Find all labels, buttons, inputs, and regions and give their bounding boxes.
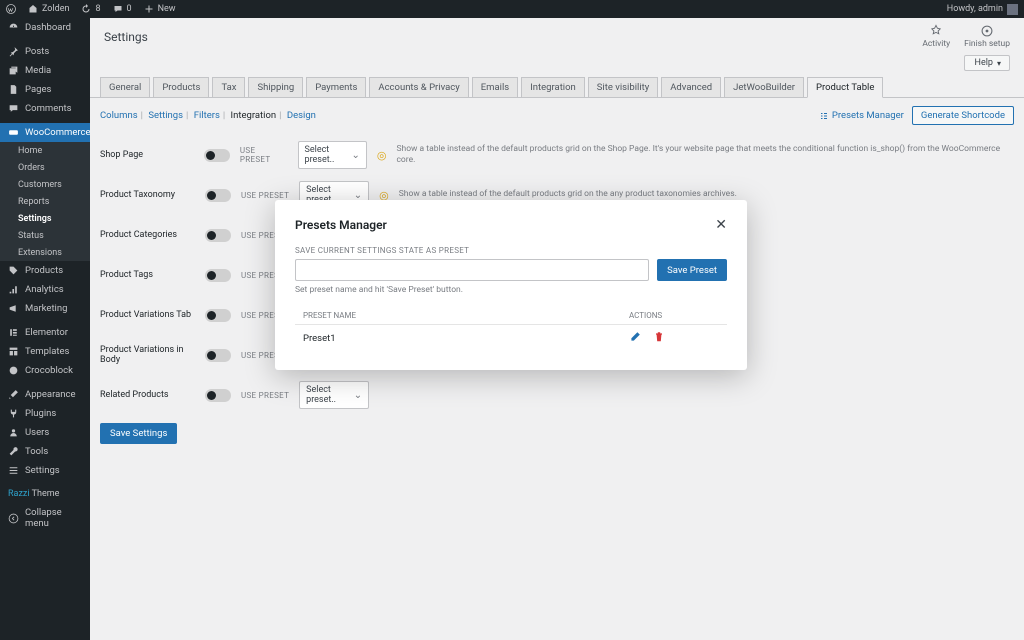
preset-name-input[interactable] [295,259,649,281]
presets-manager-modal: Presets Manager ✕ SAVE CURRENT SETTINGS … [275,200,747,370]
modal-help-text: Set preset name and hit 'Save Preset' bu… [295,285,727,295]
col-preset-name: PRESET NAME [303,311,629,320]
modal-close-button[interactable]: ✕ [715,218,727,232]
edit-preset-button[interactable] [629,331,641,346]
modal-overlay: Presets Manager ✕ SAVE CURRENT SETTINGS … [0,0,1024,640]
save-as-preset-label: SAVE CURRENT SETTINGS STATE AS PRESET [295,246,727,255]
presets-table-header: PRESET NAME ACTIONS [295,307,727,325]
save-preset-button[interactable]: Save Preset [657,259,727,281]
preset-name: Preset1 [303,333,629,344]
col-actions: ACTIONS [629,311,719,320]
preset-row: Preset1 [295,325,727,352]
modal-title: Presets Manager [295,218,387,232]
delete-preset-button[interactable] [653,331,665,346]
